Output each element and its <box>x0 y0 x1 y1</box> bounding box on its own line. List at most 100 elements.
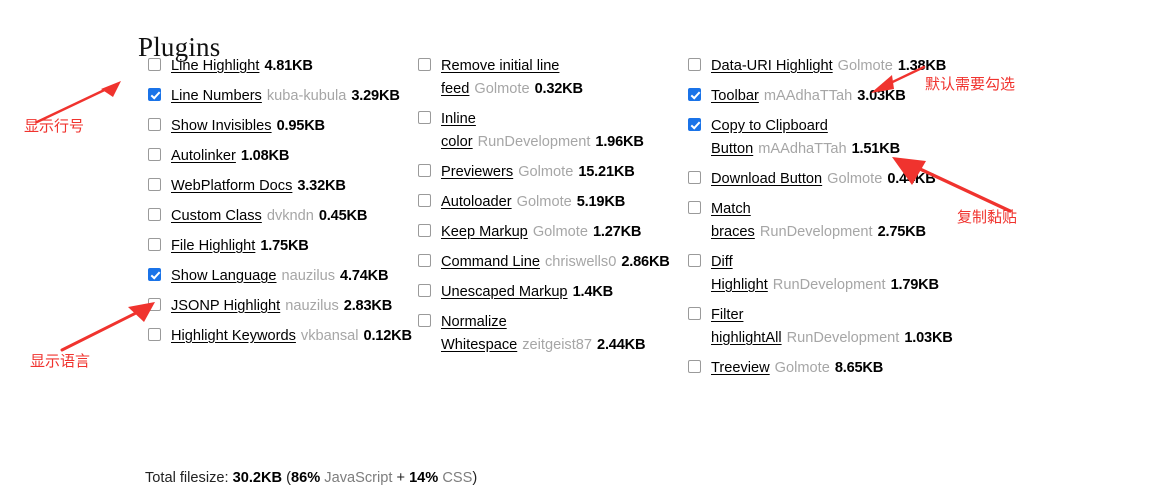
plugin-row: Filter highlightAll RunDevelopment 1.03KB <box>687 304 957 350</box>
plugin-row: Autolinker 1.08KB <box>147 145 412 168</box>
plugin-author: chriswells0 <box>544 254 617 270</box>
plugin-filesize: 2.86KB <box>621 254 670 270</box>
plugin-name-link[interactable]: Line Numbers <box>171 88 262 104</box>
plugin-checkbox[interactable] <box>418 254 431 267</box>
plugin-name-link[interactable]: Highlight Keywords <box>171 328 296 344</box>
plugin-checkbox[interactable] <box>148 148 161 161</box>
plugins-page: Plugins Line Highlight 4.81KB Line Numbers… <box>0 0 1161 502</box>
plugin-checkbox[interactable] <box>148 328 161 341</box>
plugin-author: Golmote <box>837 58 893 74</box>
plugin-author: Golmote <box>774 360 830 376</box>
plugin-filesize: 1.38KB <box>897 58 947 74</box>
total-filesize-value: 30.2KB <box>232 470 283 486</box>
plugin-row: Show Language nauzilus 4.74KB <box>147 265 412 288</box>
plugin-author: RunDevelopment <box>477 134 591 150</box>
plugin-author: Golmote <box>532 224 588 240</box>
plugin-row: Inline color RunDevelopment 1.96KB <box>417 108 682 154</box>
plugin-checkbox[interactable] <box>418 58 431 71</box>
plugin-row: Download Button Golmote 0.44KB <box>687 168 957 191</box>
plugin-author: RunDevelopment <box>759 224 873 240</box>
plugin-name-link[interactable]: Keep Markup <box>441 224 528 240</box>
plugin-column-1: Line Highlight 4.81KB Line Numbers kuba-kub… <box>147 55 412 355</box>
plugin-name-link[interactable]: Inline color <box>441 111 476 150</box>
plugin-checkbox[interactable] <box>688 201 701 214</box>
plugin-name-link[interactable]: JSONP Highlight <box>171 298 280 314</box>
plugin-filesize: 15.21KB <box>578 164 635 180</box>
plugin-checkbox[interactable] <box>688 58 701 71</box>
plugin-row: Data-URI Highlight Golmote 1.38KB <box>687 55 957 78</box>
plugin-checkbox[interactable] <box>688 171 701 184</box>
plugin-name-link[interactable]: Show Invisibles <box>171 118 272 134</box>
plugin-checkbox[interactable] <box>418 194 431 207</box>
plugin-checkbox[interactable] <box>148 58 161 71</box>
annotation-copy-paste: 复制黏贴 <box>957 208 1018 226</box>
plugin-checkbox[interactable] <box>148 208 161 221</box>
plugin-author: Golmote <box>516 194 572 210</box>
plugin-name-link[interactable]: Data-URI Highlight <box>711 58 833 74</box>
plugin-name-link[interactable]: Download Button <box>711 171 822 187</box>
plugin-name-link[interactable]: Previewers <box>441 164 513 180</box>
plugin-name-link[interactable]: Treeview <box>711 360 770 376</box>
plugin-checkbox[interactable] <box>148 118 161 131</box>
close-paren: ) <box>472 470 478 486</box>
plugin-filesize: 2.83KB <box>343 298 393 314</box>
plus-sign: + <box>392 470 410 486</box>
plugin-name-link[interactable]: Match braces <box>711 201 755 240</box>
plugin-name-link[interactable]: Diff Highlight <box>711 254 768 293</box>
plugin-name-link[interactable]: Unescaped Markup <box>441 284 568 300</box>
plugin-checkbox[interactable] <box>148 268 161 281</box>
plugin-checkbox[interactable] <box>688 118 701 131</box>
plugin-checkbox[interactable] <box>418 224 431 237</box>
plugin-name-link[interactable]: Custom Class <box>171 208 262 224</box>
plugin-filesize: 1.96KB <box>595 134 644 150</box>
plugin-filesize: 3.32KB <box>297 178 346 194</box>
plugin-checkbox[interactable] <box>688 307 701 320</box>
plugin-name-link[interactable]: Show Language <box>171 268 277 284</box>
plugin-checkbox[interactable] <box>148 238 161 251</box>
plugin-filesize: 3.03KB <box>857 88 906 104</box>
plugin-checkbox[interactable] <box>688 254 701 267</box>
arrow-icon-show-language <box>60 302 155 352</box>
plugin-checkbox[interactable] <box>418 314 431 327</box>
total-filesize: Total filesize: 30.2KB (86% JavaScript +… <box>145 470 477 486</box>
plugin-name-link[interactable]: Filter highlightAll <box>711 307 782 346</box>
plugin-name-link[interactable]: Command Line <box>441 254 540 270</box>
plugin-filesize: 1.27KB <box>592 224 642 240</box>
plugin-filesize: 2.75KB <box>877 224 926 240</box>
plugin-name-link[interactable]: WebPlatform Docs <box>171 178 292 194</box>
plugin-column-3: Data-URI Highlight Golmote 1.38KB Toolbar mA… <box>687 55 957 387</box>
plugin-name-link[interactable]: File Highlight <box>171 238 255 254</box>
plugin-checkbox[interactable] <box>418 284 431 297</box>
plugin-checkbox[interactable] <box>148 88 161 101</box>
plugin-row: Toolbar mAAdhaTTah 3.03KB <box>687 85 957 108</box>
plugin-filesize: 1.08KB <box>240 148 290 164</box>
plugin-filesize: 8.65KB <box>834 360 884 376</box>
plugin-name-link[interactable]: Toolbar <box>711 88 759 104</box>
plugin-checkbox[interactable] <box>148 178 161 191</box>
plugin-author: Golmote <box>474 81 530 97</box>
plugin-author: nauzilus <box>281 268 336 284</box>
plugin-author: mAAdhaTTah <box>758 141 847 157</box>
plugin-checkbox[interactable] <box>688 360 701 373</box>
plugin-row: Diff Highlight RunDevelopment 1.79KB <box>687 251 957 297</box>
plugin-name-link[interactable]: Autoloader <box>441 194 512 210</box>
plugin-column-2: Remove initial line feed Golmote 0.32KB Inl… <box>417 55 682 364</box>
plugin-row: Line Numbers kuba-kubula 3.29KB <box>147 85 412 108</box>
plugin-checkbox[interactable] <box>688 88 701 101</box>
total-filesize-label: Total filesize: <box>145 470 233 486</box>
plugin-row: Custom Class dvkndn 0.45KB <box>147 205 412 228</box>
plugin-checkbox[interactable] <box>148 298 161 311</box>
plugin-name-link[interactable]: Autolinker <box>171 148 236 164</box>
plugin-filesize: 0.32KB <box>534 81 583 97</box>
annotation-line-numbers: 显示行号 <box>24 117 85 135</box>
plugin-row: Treeview Golmote 8.65KB <box>687 357 957 380</box>
plugin-author: Golmote <box>827 171 883 187</box>
plugin-checkbox[interactable] <box>418 111 431 124</box>
plugin-row: Highlight Keywords vkbansal 0.12KB <box>147 325 412 348</box>
plugin-filesize: 3.29KB <box>351 88 400 104</box>
plugin-filesize: 1.51KB <box>851 141 900 157</box>
plugin-checkbox[interactable] <box>418 164 431 177</box>
plugin-name-link[interactable]: Line Highlight <box>171 58 259 74</box>
plugin-name-link[interactable]: Normalize Whitespace <box>441 314 517 353</box>
plugin-filesize: 2.44KB <box>597 337 646 353</box>
